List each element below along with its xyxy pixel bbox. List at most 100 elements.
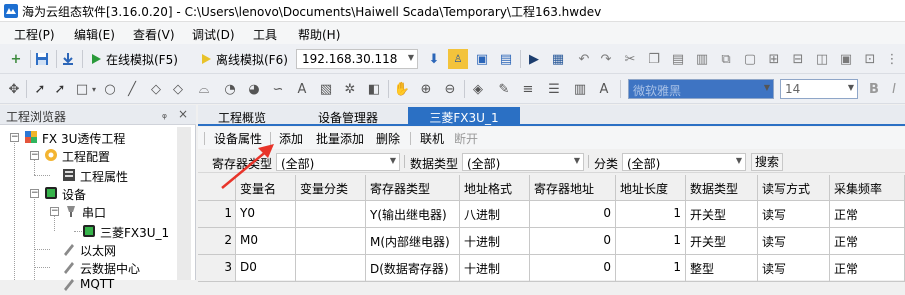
monitor-icon[interactable]: ▶: [524, 49, 544, 69]
zoom-in-icon[interactable]: ⊕: [416, 79, 436, 99]
tab-device-manager[interactable]: 设备管理器: [308, 107, 388, 126]
tree-item-project[interactable]: FX 3U透传工程: [42, 130, 125, 148]
cell-address-length[interactable]: 1: [616, 255, 686, 282]
disconnect-button[interactable]: 断开: [454, 130, 478, 147]
line-icon[interactable]: ╱: [122, 79, 142, 99]
menu-tools[interactable]: 工具: [253, 26, 277, 43]
paste-icon[interactable]: ▤: [668, 49, 688, 69]
pin-icon[interactable]: ᵩ: [162, 107, 167, 121]
cell-address-format[interactable]: 十进制: [460, 228, 530, 255]
line-color-icon[interactable]: ✎: [494, 79, 514, 99]
fill-color-icon[interactable]: ◈: [468, 79, 488, 99]
distribute-icon[interactable]: ⊟: [788, 49, 808, 69]
tree-item-cloud[interactable]: 云数据中心: [80, 260, 140, 278]
more-icon[interactable]: ⋮: [882, 49, 902, 69]
cell-address-length[interactable]: 1: [616, 228, 686, 255]
column-header[interactable]: 读写方式: [758, 175, 830, 201]
cell-rw-mode[interactable]: 读写: [758, 201, 830, 228]
column-header[interactable]: 数据类型: [686, 175, 758, 201]
tree-scrollbar[interactable]: [177, 127, 191, 280]
cell-data-type[interactable]: 开关型: [686, 228, 758, 255]
lock-icon[interactable]: ⊡: [860, 49, 880, 69]
arrow-down-icon[interactable]: ⬇: [424, 49, 444, 69]
cell-frequency[interactable]: 正常: [830, 255, 905, 282]
pan-hand-icon[interactable]: ✋: [392, 79, 412, 99]
data-type-select[interactable]: (全部) ▼: [462, 153, 584, 171]
tree-item-fx3u[interactable]: 三菱FX3U_1: [100, 224, 169, 242]
font-name-select[interactable]: 微软雅黑 ▼: [628, 79, 774, 99]
column-header[interactable]: 地址格式: [460, 175, 530, 201]
ip-address-select[interactable]: 192.168.30.118 ▼: [296, 49, 418, 69]
column-header[interactable]: 变量分类: [296, 175, 366, 201]
connect-button[interactable]: 联机: [420, 130, 444, 147]
tree-item-ethernet[interactable]: 以太网: [80, 242, 116, 260]
image-icon[interactable]: ▧: [316, 79, 336, 99]
column-header[interactable]: 寄存器地址: [530, 175, 616, 201]
polyline-icon[interactable]: ⌓: [194, 79, 214, 99]
screen-icon[interactable]: ▦: [548, 49, 568, 69]
menu-project[interactable]: 工程(P): [14, 26, 55, 43]
cell-register-type[interactable]: M(内部继电器): [366, 228, 460, 255]
cell-register-address[interactable]: 0: [530, 228, 616, 255]
line-width-icon[interactable]: ☰: [544, 79, 564, 99]
pointer-icon[interactable]: ➚: [30, 79, 50, 99]
curve-icon[interactable]: ∽: [268, 79, 288, 99]
collapse-toggle[interactable]: −: [30, 189, 39, 198]
cell-rw-mode[interactable]: 读写: [758, 255, 830, 282]
cell-register-type[interactable]: Y(输出继电器): [366, 201, 460, 228]
collapse-toggle[interactable]: −: [50, 207, 59, 216]
tree-item-serial[interactable]: 串口: [82, 204, 106, 222]
menu-help[interactable]: 帮助(H): [298, 26, 340, 43]
cell-register-type[interactable]: D(数据寄存器): [366, 255, 460, 282]
cell-variable-category[interactable]: [296, 228, 366, 255]
text-icon[interactable]: A: [292, 79, 312, 99]
cell-variable-category[interactable]: [296, 201, 366, 228]
cell-register-address[interactable]: 0: [530, 201, 616, 228]
offline-sim-icon[interactable]: [196, 49, 216, 69]
polygon-icon[interactable]: ◇: [168, 79, 188, 99]
online-sim-icon[interactable]: [86, 49, 106, 69]
group-icon[interactable]: ⧉: [716, 49, 736, 69]
cell-register-address[interactable]: 0: [530, 255, 616, 282]
cell-rw-mode[interactable]: 读写: [758, 228, 830, 255]
move-icon[interactable]: ✥: [4, 79, 24, 99]
redo-icon[interactable]: ↷: [596, 49, 616, 69]
font-size-select[interactable]: 14 ▼: [780, 79, 858, 99]
cell-variable-name[interactable]: Y0: [236, 201, 296, 228]
column-header[interactable]: 采集频率: [830, 175, 905, 201]
select-icon[interactable]: ➚: [50, 79, 70, 99]
bold-icon[interactable]: B: [864, 79, 884, 99]
tree-item-project-properties[interactable]: 工程属性: [80, 168, 128, 186]
cell-address-format[interactable]: 八进制: [460, 201, 530, 228]
close-icon[interactable]: ×: [178, 107, 188, 121]
undo-icon[interactable]: ↶: [574, 49, 594, 69]
cell-variable-category[interactable]: [296, 255, 366, 282]
ellipse-icon[interactable]: ○: [100, 79, 120, 99]
tab-project-overview[interactable]: 工程概览: [208, 107, 276, 126]
cell-data-type[interactable]: 整型: [686, 255, 758, 282]
layer-icon[interactable]: ▥: [692, 49, 712, 69]
gradient-icon[interactable]: ▥: [570, 79, 590, 99]
bring-front-icon[interactable]: ◫: [812, 49, 832, 69]
diamond-icon[interactable]: ◇: [146, 79, 166, 99]
column-header[interactable]: 地址长度: [616, 175, 686, 201]
menu-edit[interactable]: 编辑(E): [74, 26, 115, 43]
italic-icon[interactable]: I: [884, 79, 904, 99]
copy-icon[interactable]: ❐: [644, 49, 664, 69]
new-icon[interactable]: +: [6, 49, 26, 69]
add-button[interactable]: 添加: [279, 130, 303, 147]
category-select[interactable]: (全部) ▼: [622, 153, 746, 171]
menu-debug[interactable]: 调试(D): [192, 26, 235, 43]
tab-fx3u[interactable]: 三菱FX3U_1: [408, 107, 520, 126]
row-number[interactable]: 1: [198, 201, 236, 228]
column-header[interactable]: 寄存器类型: [366, 175, 460, 201]
cell-address-length[interactable]: 1: [616, 201, 686, 228]
ungroup-icon[interactable]: ▢: [740, 49, 760, 69]
cell-variable-name[interactable]: D0: [236, 255, 296, 282]
user-icon[interactable]: ♙: [448, 49, 468, 69]
cell-frequency[interactable]: 正常: [830, 201, 905, 228]
delete-button[interactable]: 删除: [376, 130, 400, 147]
control-icon[interactable]: ◧: [364, 79, 384, 99]
search-button[interactable]: 搜索: [751, 153, 783, 171]
font-color-icon[interactable]: A: [594, 79, 614, 99]
